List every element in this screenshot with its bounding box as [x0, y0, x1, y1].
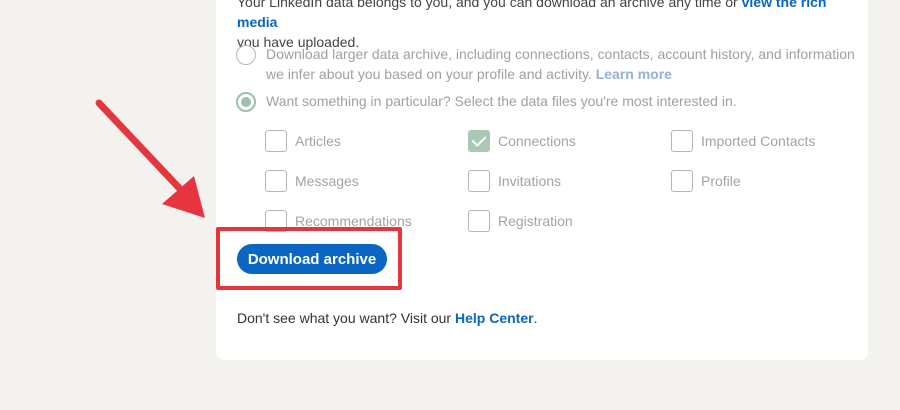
settings-page: Your LinkedIn data belongs to you, and y…: [0, 0, 900, 410]
annotation-arrow-icon: [95, 99, 205, 218]
